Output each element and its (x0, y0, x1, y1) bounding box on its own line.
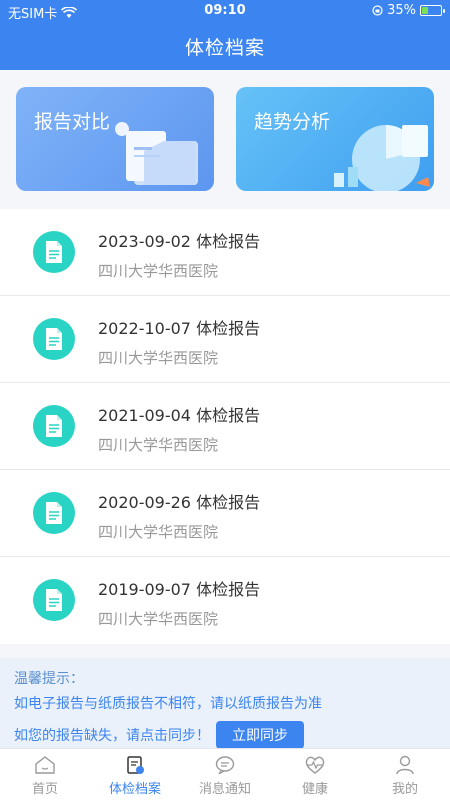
tab-home-label: 首页 (31, 782, 58, 797)
document-icon (33, 318, 75, 360)
tab-health-label: 健康 (301, 782, 328, 797)
status-bar: 无SIM卡 09:10 35% (0, 0, 450, 22)
feature-cards: 报告对比 趋势分析 (16, 87, 434, 191)
report-name: 2022-10-07 体检报告 (98, 319, 261, 338)
tab-bar: 首页 体检档案 消息通知 健康 我的 (0, 748, 450, 800)
app-header: 无SIM卡 09:10 35% 体检档案 (0, 0, 450, 70)
report-hospital: 四川大学华西医院 (98, 349, 219, 367)
battery-icon (420, 5, 445, 16)
tab-home[interactable]: 首页 (0, 749, 90, 800)
document-icon (33, 231, 75, 273)
sync-now-button[interactable]: 立即同步 (216, 721, 304, 749)
report-row[interactable]: 2020-09-26 体检报告 四川大学华西医院 (0, 470, 450, 557)
page-title: 体检档案 (184, 37, 265, 59)
orientation-lock-icon (372, 5, 383, 16)
report-row[interactable]: 2023-09-02 体检报告 四川大学华西医院 (0, 209, 450, 296)
report-name: 2020-09-26 体检报告 (98, 493, 261, 512)
archive-icon (127, 756, 144, 774)
report-name: 2019-09-07 体检报告 (98, 580, 261, 599)
battery-percent: 35% (387, 3, 416, 18)
tip-title: 温馨提示： (14, 671, 84, 687)
tip-panel: 温馨提示： 如电子报告与纸质报告不相符，请以纸质报告为准 如您的报告缺失，请点击… (0, 658, 450, 749)
tab-archive-label: 体检档案 (108, 782, 161, 797)
tip-line1: 如电子报告与纸质报告不相符，请以纸质报告为准 (14, 696, 322, 712)
tab-mine[interactable]: 我的 (360, 749, 450, 800)
message-icon (215, 756, 235, 775)
tab-archive[interactable]: 体检档案 (90, 749, 180, 800)
folder-icon (115, 122, 198, 185)
report-name: 2023-09-02 体检报告 (98, 232, 261, 251)
user-icon (396, 755, 414, 775)
document-icon (33, 492, 75, 534)
tab-messages-label: 消息通知 (198, 782, 251, 797)
report-name: 2021-09-04 体检报告 (98, 406, 261, 425)
tab-health[interactable]: 健康 (270, 749, 360, 800)
tip-line2: 如您的报告缺失，请点击同步！ (14, 728, 210, 744)
report-hospital: 四川大学华西医院 (98, 262, 219, 280)
tab-mine-label: 我的 (391, 782, 418, 797)
report-hospital: 四川大学华西医院 (98, 610, 219, 628)
trend-analysis-card[interactable]: 趋势分析 (236, 87, 434, 191)
report-row[interactable]: 2022-10-07 体检报告 四川大学华西医院 (0, 296, 450, 383)
document-icon (33, 579, 75, 621)
heart-icon (305, 756, 325, 774)
report-compare-card[interactable]: 报告对比 (16, 87, 214, 191)
report-hospital: 四川大学华西医院 (98, 436, 219, 454)
report-hospital: 四川大学华西医院 (98, 523, 219, 541)
tab-messages[interactable]: 消息通知 (180, 749, 270, 800)
document-icon (33, 405, 75, 447)
pie-chart-icon (334, 125, 430, 191)
report-list: 2023-09-02 体检报告 四川大学华西医院 2022-10-07 体检报告 四川… (0, 209, 450, 644)
trend-analysis-label: 趋势分析 (254, 111, 331, 133)
report-row[interactable]: 2019-09-07 体检报告 四川大学华西医院 (0, 557, 450, 644)
report-row[interactable]: 2021-09-04 体检报告 四川大学华西医院 (0, 383, 450, 470)
report-compare-label: 报告对比 (34, 111, 111, 133)
home-icon (35, 756, 55, 774)
